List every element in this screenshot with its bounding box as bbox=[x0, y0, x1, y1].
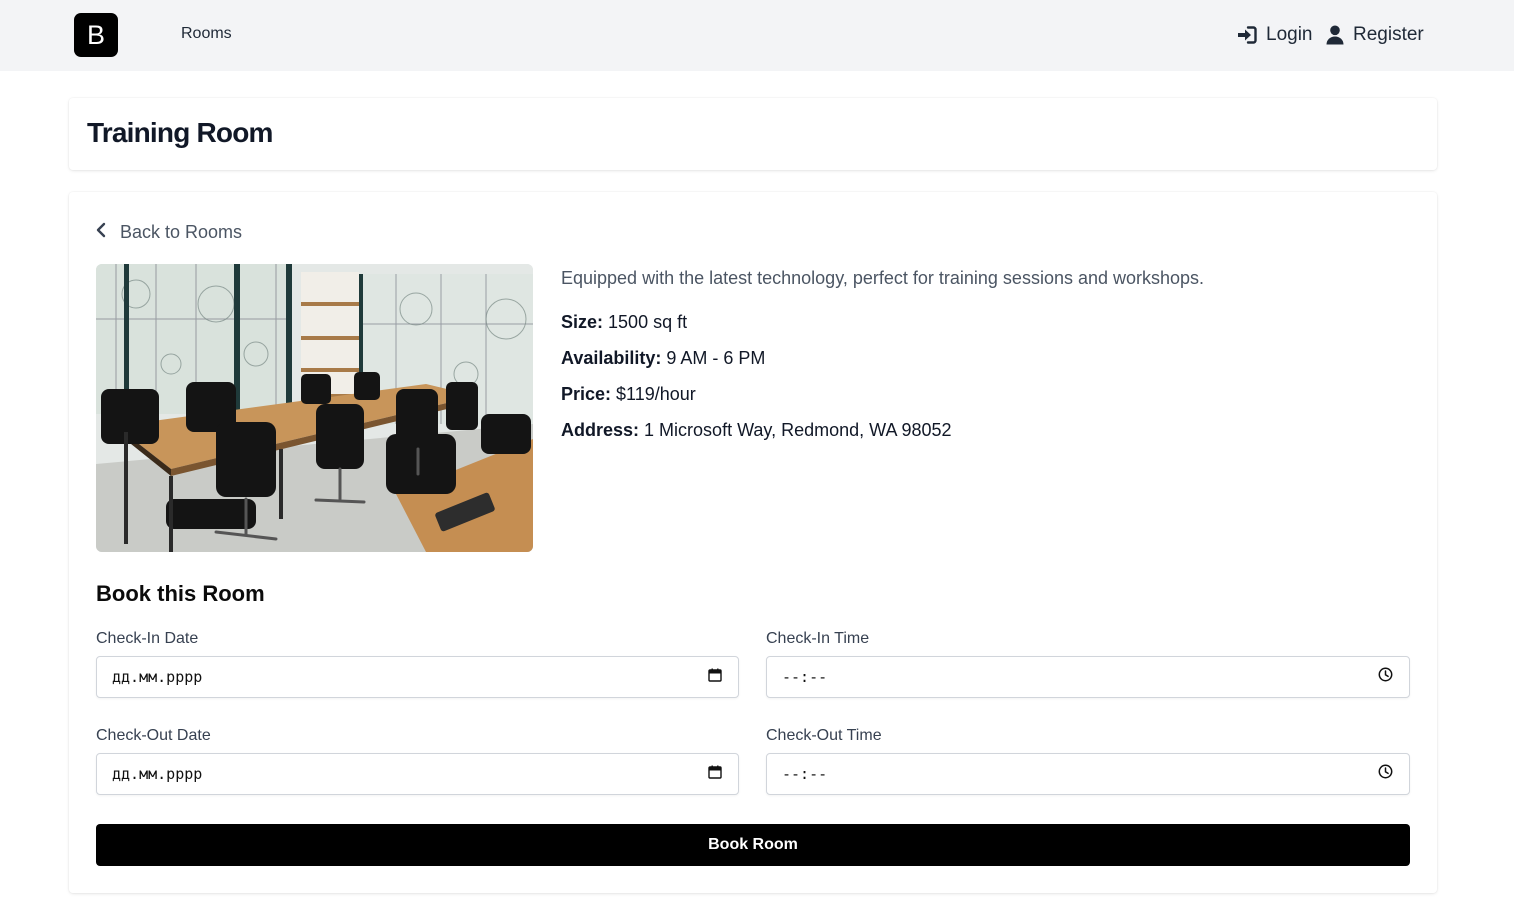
clock-icon[interactable] bbox=[1378, 764, 1393, 784]
size-label: Size: bbox=[561, 312, 604, 332]
user-icon bbox=[1326, 25, 1344, 45]
room-detail-card: Back to Rooms Equipped with the latest t… bbox=[69, 192, 1437, 893]
calendar-icon[interactable] bbox=[708, 765, 722, 784]
brand-logo[interactable]: B bbox=[74, 13, 118, 57]
check-in-time-label: Check-In Time bbox=[766, 630, 870, 647]
check-out-time-label: Check-Out Time bbox=[766, 727, 882, 744]
top-navbar: B Rooms Login Register bbox=[0, 0, 1514, 71]
sign-in-icon bbox=[1237, 26, 1257, 44]
back-to-rooms-label: Back to Rooms bbox=[120, 222, 243, 242]
clock-icon[interactable] bbox=[1378, 667, 1393, 687]
availability-value: 9 AM - 6 PM bbox=[666, 348, 766, 368]
back-to-rooms-link[interactable]: Back to Rooms bbox=[96, 222, 242, 243]
size-value: 1500 sq ft bbox=[608, 312, 688, 332]
room-description: Equipped with the latest technology, per… bbox=[561, 268, 1205, 288]
check-in-date-input[interactable]: дд.мм.рррр bbox=[96, 656, 739, 698]
book-room-button[interactable]: Book Room bbox=[96, 824, 1410, 866]
room-photo bbox=[96, 264, 533, 552]
room-availability: Availability: 9 AM - 6 PM bbox=[561, 346, 1401, 370]
address-value: 1 Microsoft Way, Redmond, WA 98052 bbox=[644, 420, 952, 440]
page-title: Training Room bbox=[87, 117, 273, 148]
booking-heading: Book this Room bbox=[96, 581, 265, 606]
login-link[interactable]: Login bbox=[1237, 24, 1313, 46]
check-out-date-label: Check-Out Date bbox=[96, 727, 211, 744]
login-label: Login bbox=[1266, 24, 1313, 45]
check-in-date-label: Check-In Date bbox=[96, 630, 199, 647]
register-link[interactable]: Register bbox=[1326, 24, 1424, 46]
price-label: Price: bbox=[561, 384, 612, 404]
check-out-date-input[interactable]: дд.мм.рррр bbox=[96, 753, 739, 795]
check-in-time-value: --:-- bbox=[782, 668, 828, 686]
room-address: Address: 1 Microsoft Way, Redmond, WA 98… bbox=[561, 418, 1401, 442]
check-out-time-value: --:-- bbox=[782, 765, 828, 783]
check-in-time-input[interactable]: --:-- bbox=[766, 656, 1410, 698]
check-in-date-value: дд.мм.рррр bbox=[112, 668, 203, 686]
price-value: $119/hour bbox=[616, 384, 696, 404]
chevron-left-icon bbox=[96, 222, 106, 243]
check-out-time-input[interactable]: --:-- bbox=[766, 753, 1410, 795]
address-label: Address: bbox=[561, 420, 640, 440]
room-price: Price: $119/hour bbox=[561, 382, 1401, 406]
check-out-date-value: дд.мм.рррр bbox=[112, 765, 203, 783]
room-details: Equipped with the latest technology, per… bbox=[561, 266, 1401, 454]
register-label: Register bbox=[1353, 24, 1424, 45]
room-size: Size: 1500 sq ft bbox=[561, 310, 1401, 334]
availability-label: Availability: bbox=[561, 348, 662, 368]
nav-link-rooms[interactable]: Rooms bbox=[181, 25, 232, 43]
calendar-icon[interactable] bbox=[708, 668, 722, 687]
title-card: Training Room bbox=[69, 98, 1437, 170]
